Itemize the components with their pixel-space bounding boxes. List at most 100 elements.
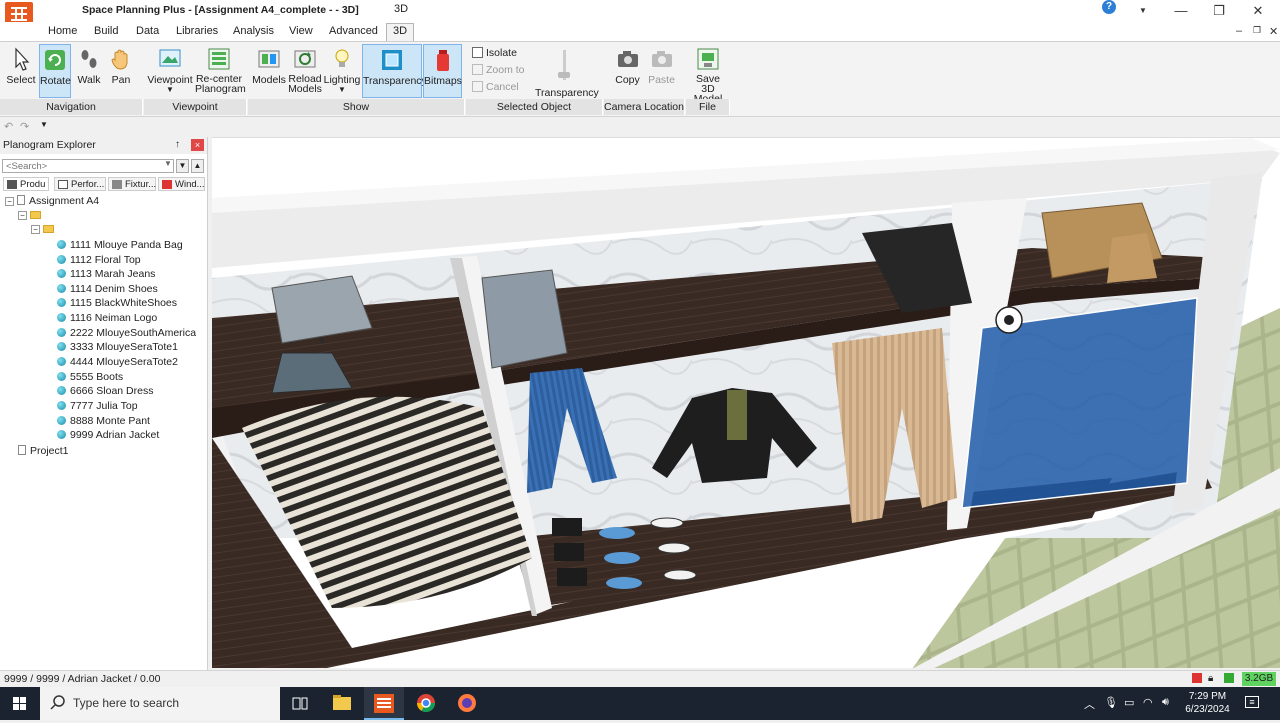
tab-home[interactable]: Home	[42, 24, 83, 38]
rotate-button[interactable]: Rotate	[39, 44, 71, 98]
task-view-icon[interactable]	[280, 687, 320, 720]
isolate-button[interactable]: Isolate	[472, 47, 517, 59]
search-input[interactable]	[2, 159, 174, 173]
paste-label: Paste	[648, 74, 675, 86]
redo-icon[interactable]: ↷	[20, 120, 29, 133]
collapse-icon[interactable]: −	[5, 197, 14, 206]
tree-project[interactable]: Project1	[18, 445, 69, 457]
lighting-button[interactable]: Lighting ▼	[323, 44, 361, 98]
wifi-icon[interactable]: ◠	[1143, 696, 1153, 709]
tree-product-item[interactable]: 1116 Neiman Logo	[57, 312, 157, 324]
tab-fixtures[interactable]: Fixtur...	[108, 177, 156, 191]
copy-camera-button[interactable]: Copy	[611, 44, 644, 98]
tab-libraries[interactable]: Libraries	[170, 24, 224, 38]
performance-tab-icon	[58, 180, 68, 189]
walk-button[interactable]: Walk	[74, 44, 104, 98]
mdi-close-icon[interactable]: ✕	[1269, 25, 1278, 38]
search-down-icon[interactable]: ▼	[176, 159, 189, 173]
tab-build[interactable]: Build	[88, 24, 124, 38]
tree-product-item[interactable]: 2222 MlouyeSouthAmerica	[57, 327, 196, 339]
models-button[interactable]: Models	[252, 44, 286, 98]
volume-icon[interactable]: 🔊︎	[1162, 696, 1169, 709]
tab-performance-label: Perfor...	[71, 179, 105, 190]
search-up-icon[interactable]: ▲	[191, 159, 204, 173]
transparency-slider-thumb[interactable]	[558, 72, 570, 78]
transparency-slider-label: Transparency	[535, 87, 599, 99]
rotate-label: Rotate	[40, 75, 71, 87]
notifications-icon[interactable]: ≡	[1245, 696, 1259, 708]
3d-viewport[interactable]	[212, 137, 1280, 668]
save-label-1: Save 3D	[696, 73, 720, 95]
tree-product-item[interactable]: 9999 Adrian Jacket	[57, 429, 159, 441]
error-icon[interactable]	[1192, 673, 1202, 683]
tree-root[interactable]: − Assignment A4	[5, 195, 99, 207]
tree-product-item[interactable]: 1112 Floral Top	[57, 254, 141, 266]
windows-start-icon[interactable]	[0, 687, 40, 720]
tab-performance[interactable]: Perfor...	[54, 177, 106, 191]
tree-product-item[interactable]: 5555 Boots	[57, 371, 123, 383]
tab-view[interactable]: View	[283, 24, 319, 38]
transparency-label: Transparency	[363, 75, 427, 87]
screen-recorder-icon[interactable]	[447, 687, 487, 720]
planogram-explorer: Planogram Explorer ↑ × ▼ ▼ ▲ Produ Perfo…	[0, 137, 208, 670]
viewpoint-button[interactable]: Viewpoint ▼	[146, 44, 194, 98]
chrome-icon[interactable]	[406, 687, 446, 720]
tab-data[interactable]: Data	[130, 24, 165, 38]
space-planning-taskbar-icon[interactable]	[364, 687, 404, 720]
ribbon-options-icon[interactable]: ▼	[1132, 2, 1154, 20]
reload-models-button[interactable]: Reload Models	[287, 44, 323, 98]
help-icon[interactable]: ?	[1102, 0, 1116, 14]
tree-product-item[interactable]: 3333 MlouyeSeraTote1	[57, 341, 178, 353]
product-icon	[57, 430, 66, 439]
clock-time: 7:29 PM	[1188, 691, 1227, 702]
battery-icon[interactable]: ▭	[1124, 696, 1134, 709]
tab-windows[interactable]: Wind...	[158, 177, 205, 191]
tree-product-item[interactable]: 7777 Julia Top	[57, 400, 138, 412]
product-label: 1115 BlackWhiteShoes	[70, 297, 178, 309]
tree-product-item[interactable]: 1115 BlackWhiteShoes	[57, 297, 177, 309]
explorer-close-icon[interactable]: ×	[191, 139, 204, 151]
zoom-to-button[interactable]: Zoom to	[472, 64, 525, 76]
tab-3d[interactable]: 3D	[386, 23, 415, 41]
transparency-button[interactable]: Transparency	[362, 44, 427, 98]
tree-folder-2[interactable]: −	[31, 223, 54, 235]
tab-analysis[interactable]: Analysis	[227, 24, 280, 38]
tree-product-item[interactable]: 1113 Marah Jeans	[57, 268, 155, 280]
minimize-icon[interactable]: —	[1170, 2, 1192, 20]
customize-qa-icon[interactable]: ▼	[40, 120, 48, 129]
paste-camera-button[interactable]: Paste	[645, 44, 678, 98]
product-icon	[57, 313, 66, 322]
close-icon[interactable]: ✕	[1247, 2, 1269, 20]
collapse-icon[interactable]: −	[31, 225, 40, 234]
file-explorer-icon[interactable]	[322, 687, 362, 720]
explorer-header: Planogram Explorer ↑ ×	[0, 137, 207, 154]
tray-chevron-icon[interactable]: ︿	[1084, 696, 1095, 712]
memory-badge: 3.2GB	[1242, 672, 1276, 686]
pan-button[interactable]: Pan	[106, 44, 136, 98]
search-dropdown-icon[interactable]: ▼	[164, 159, 172, 168]
maximize-icon[interactable]: ❐	[1208, 2, 1230, 20]
lock-icon[interactable]: 🔒︎	[1208, 673, 1213, 684]
taskbar-search[interactable]: Type here to search	[40, 687, 280, 720]
tree-folder-1[interactable]: −	[18, 209, 41, 221]
cancel-button[interactable]: Cancel	[472, 81, 519, 93]
bitmaps-button[interactable]: Bitmaps	[423, 44, 462, 98]
tree-product-item[interactable]: 1114 Denim Shoes	[57, 283, 158, 295]
select-button[interactable]: Select	[4, 44, 38, 98]
recenter-planogram-button[interactable]: Re-center Planogram	[195, 44, 246, 98]
tree-product-item[interactable]: 4444 MlouyeSeraTote2	[57, 356, 178, 368]
pin-icon[interactable]: ↑	[175, 139, 180, 150]
mdi-restore-icon[interactable]: ❐	[1253, 25, 1261, 36]
save-3d-model-button[interactable]: Save 3D Model	[688, 44, 728, 104]
tree-product-item[interactable]: 1111 Mlouye Panda Bag	[57, 239, 183, 251]
microphone-icon[interactable]: 🎙︎	[1104, 696, 1118, 709]
quick-access-toolbar: ↶ ↷ ▼	[0, 118, 1280, 136]
tree-product-item[interactable]: 8888 Monte Pant	[57, 415, 150, 427]
tree-product-item[interactable]: 6666 Sloan Dress	[57, 385, 153, 397]
mdi-minimize-icon[interactable]: –	[1236, 25, 1242, 37]
collapse-icon[interactable]: −	[18, 211, 27, 220]
undo-icon[interactable]: ↶	[4, 120, 13, 133]
tab-products[interactable]: Produ	[3, 177, 49, 191]
tab-advanced[interactable]: Advanced	[323, 24, 384, 38]
taskbar-clock[interactable]: 7:29 PM 6/23/2024	[1180, 690, 1235, 716]
